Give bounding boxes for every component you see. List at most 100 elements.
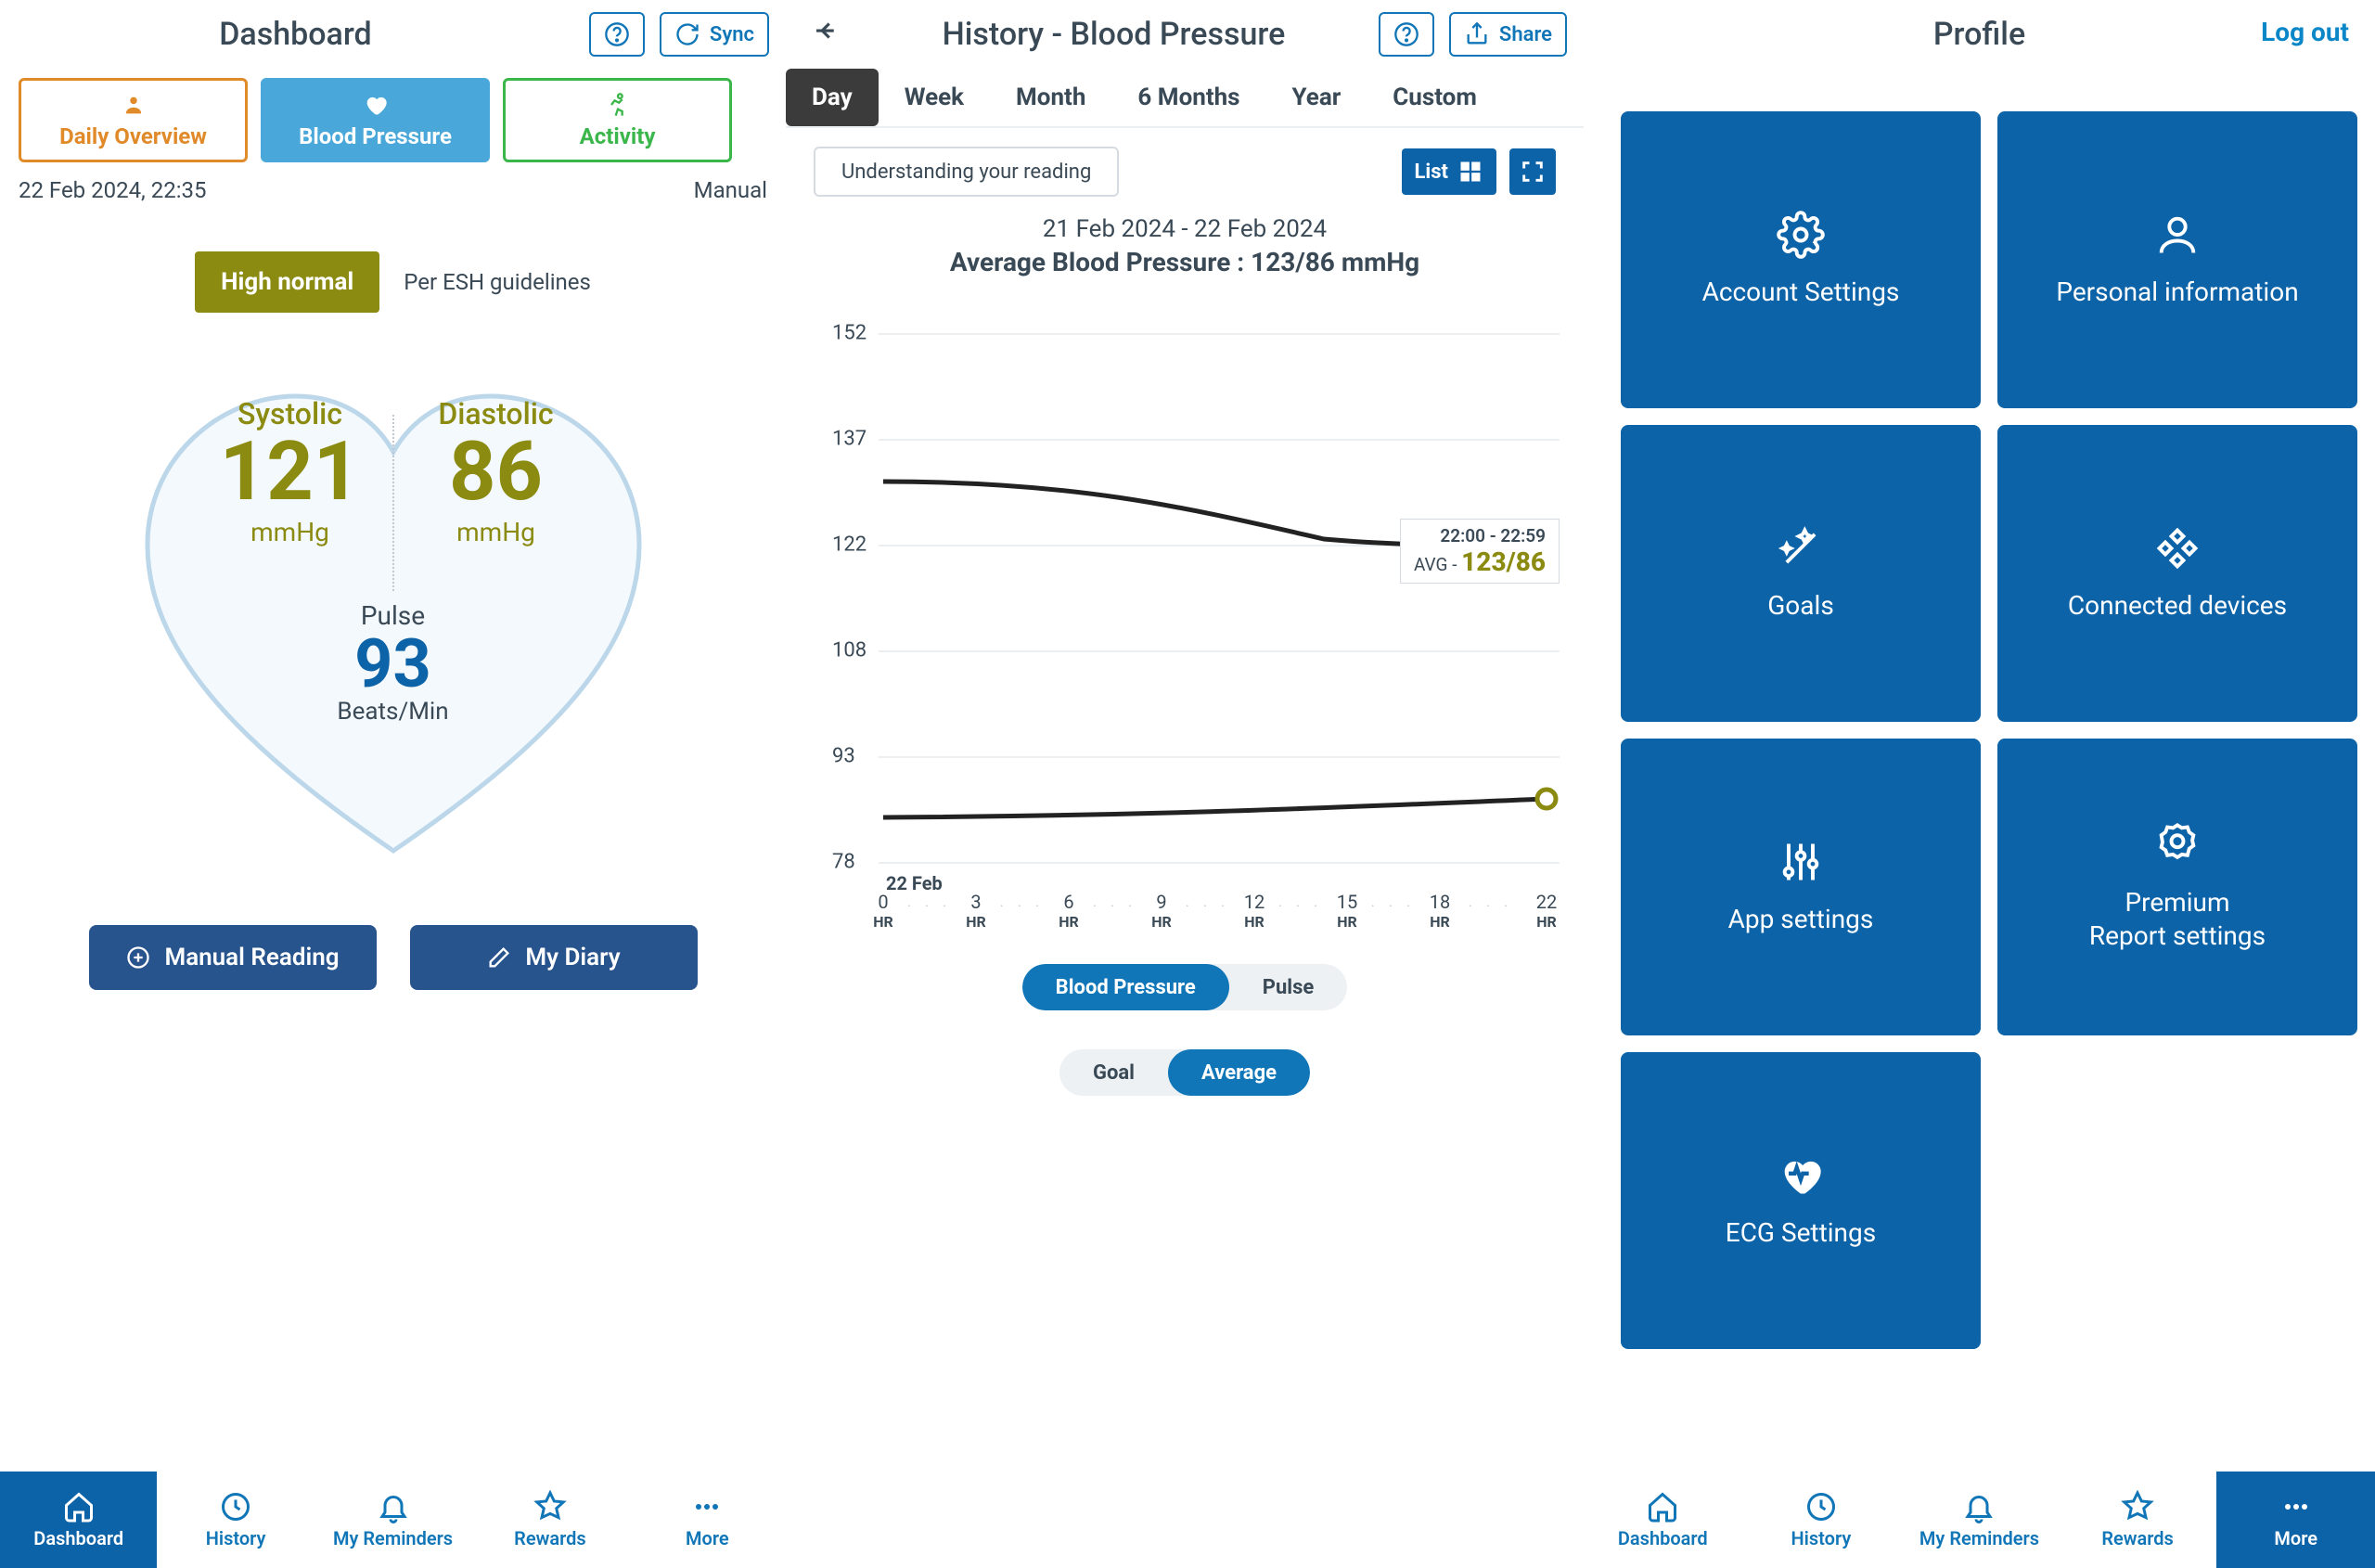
tab-blood-pressure[interactable]: Blood Pressure <box>261 78 490 162</box>
bell-icon <box>1962 1490 1996 1523</box>
pulse-unit: Beats/Min <box>337 698 448 726</box>
share-button[interactable]: Share <box>1449 12 1567 57</box>
dashboard-pane: Dashboard Sync Daily Overview Blood Pres… <box>0 0 786 1568</box>
clock-icon <box>1804 1490 1838 1523</box>
home-icon <box>62 1490 96 1523</box>
profile-pane: Profile Log out Account Settings Persona… <box>1584 0 2375 1568</box>
seg-goal[interactable]: Goal <box>1059 1049 1168 1096</box>
help-icon <box>1393 21 1419 47</box>
nav2-more[interactable]: More <box>2216 1472 2375 1568</box>
nav2-reminders[interactable]: My Reminders <box>1900 1472 2059 1568</box>
range-week[interactable]: Week <box>879 69 990 126</box>
range-day[interactable]: Day <box>786 69 879 126</box>
more-icon <box>2279 1490 2313 1523</box>
clock-icon <box>219 1490 252 1523</box>
chart-tooltip: 22:00 - 22:59 AVG - 123/86 <box>1400 519 1560 584</box>
xtick: 22HR <box>1528 891 1565 931</box>
nav-history[interactable]: History <box>157 1472 314 1568</box>
tile-personal-info[interactable]: Personal information <box>1997 111 2357 408</box>
bottom-nav-profile: Dashboard History My Reminders Rewards M… <box>1584 1472 2375 1568</box>
bp-chart: 152 137 122 108 93 78 22:00 - 22:59 AVG … <box>804 277 1565 1038</box>
bottom-nav-dashboard: Dashboard History My Reminders Rewards M… <box>0 1472 786 1568</box>
nav2-rewards[interactable]: Rewards <box>2059 1472 2217 1568</box>
diastolic-unit: mmHg <box>456 517 535 547</box>
dashboard-tabs: Daily Overview Blood Pressure Activity <box>0 69 786 168</box>
tile-account-settings[interactable]: Account Settings <box>1621 111 1981 408</box>
bp-heart-widget: Systolic 121 mmHg Diastolic 86 mmHg Puls… <box>120 368 667 869</box>
sync-button[interactable]: Sync <box>660 12 769 57</box>
status-badge: High normal <box>195 251 379 313</box>
tab-daily-overview[interactable]: Daily Overview <box>19 78 248 162</box>
devices-icon <box>2153 524 2202 572</box>
more-icon <box>690 1490 724 1523</box>
nav-more[interactable]: More <box>629 1472 786 1568</box>
fullscreen-button[interactable] <box>1509 148 1556 195</box>
seg-blood-pressure[interactable]: Blood Pressure <box>1022 964 1229 1010</box>
sync-label: Sync <box>710 23 754 46</box>
seg-average[interactable]: Average <box>1168 1049 1310 1096</box>
tile-goals[interactable]: Goals <box>1621 425 1981 722</box>
range-year[interactable]: Year <box>1266 69 1367 126</box>
home-icon <box>1646 1490 1679 1523</box>
edit-icon <box>486 945 512 970</box>
status-note: Per ESH guidelines <box>404 269 591 295</box>
systolic-value: 121 <box>220 431 360 513</box>
pulse-value: 93 <box>337 631 448 698</box>
star-icon <box>533 1490 567 1523</box>
range-tabs: Day Week Month 6 Months Year Custom <box>786 69 1584 128</box>
tile-premium-report[interactable]: Premium Report settings <box>1997 739 2357 1035</box>
overlay-segment: Goal Average <box>1059 1049 1310 1096</box>
seg-pulse[interactable]: Pulse <box>1229 964 1348 1010</box>
plus-circle-icon <box>125 945 151 970</box>
systolic-unit: mmHg <box>250 517 329 547</box>
sliders-icon <box>1777 838 1825 886</box>
wand-icon <box>1777 524 1825 572</box>
tab-activity[interactable]: Activity <box>503 78 732 162</box>
understanding-reading-button[interactable]: Understanding your reading <box>814 147 1119 197</box>
profile-title: Profile <box>1933 16 2025 53</box>
help-button-history[interactable] <box>1379 12 1434 57</box>
chart-date-range: 21 Feb 2024 - 22 Feb 2024 <box>786 215 1584 243</box>
activity-icon <box>605 92 631 118</box>
nav-reminders[interactable]: My Reminders <box>315 1472 471 1568</box>
list-view-button[interactable]: List <box>1402 148 1496 195</box>
heart-icon <box>363 92 389 118</box>
nav2-history[interactable]: History <box>1742 1472 1901 1568</box>
nav2-dashboard[interactable]: Dashboard <box>1584 1472 1742 1568</box>
metric-segment: Blood Pressure Pulse <box>1022 964 1348 1010</box>
user-icon <box>121 92 147 118</box>
range-month[interactable]: Month <box>990 69 1111 126</box>
gear-icon <box>1777 211 1825 259</box>
logout-link[interactable]: Log out <box>2261 17 2349 47</box>
badge-icon <box>2153 821 2202 869</box>
nav-rewards[interactable]: Rewards <box>471 1472 628 1568</box>
range-6months[interactable]: 6 Months <box>1111 69 1265 126</box>
back-button[interactable] <box>802 13 849 56</box>
bell-icon <box>377 1490 410 1523</box>
expand-icon <box>1520 159 1546 185</box>
xtick: 18HR <box>1421 891 1458 931</box>
manual-reading-button[interactable]: Manual Reading <box>89 925 377 990</box>
diastolic-value: 86 <box>449 431 543 513</box>
chart-subtitle: Average Blood Pressure : 123/86 mmHg <box>786 247 1584 277</box>
star-icon <box>2121 1490 2154 1523</box>
sync-icon <box>674 21 700 47</box>
dashboard-title: Dashboard <box>219 16 372 53</box>
ecg-heart-icon <box>1777 1151 1825 1200</box>
nav-dashboard[interactable]: Dashboard <box>0 1472 157 1568</box>
tile-ecg-settings[interactable]: ECG Settings <box>1621 1052 1981 1349</box>
range-custom[interactable]: Custom <box>1367 69 1503 126</box>
user-outline-icon <box>2153 211 2202 259</box>
arrow-left-icon <box>812 17 840 45</box>
grid-icon <box>1457 159 1483 185</box>
tile-connected-devices[interactable]: Connected devices <box>1997 425 2357 722</box>
reading-timestamp: 22 Feb 2024, 22:35 <box>19 177 207 203</box>
my-diary-button[interactable]: My Diary <box>410 925 698 990</box>
history-title: History - Blood Pressure <box>943 16 1286 53</box>
help-icon <box>604 21 630 47</box>
tile-app-settings[interactable]: App settings <box>1621 739 1981 1035</box>
reading-mode: Manual <box>694 177 767 203</box>
history-pane: History - Blood Pressure Share Day Week … <box>786 0 1584 1568</box>
help-button-dashboard[interactable] <box>589 12 645 57</box>
share-icon <box>1464 21 1490 47</box>
